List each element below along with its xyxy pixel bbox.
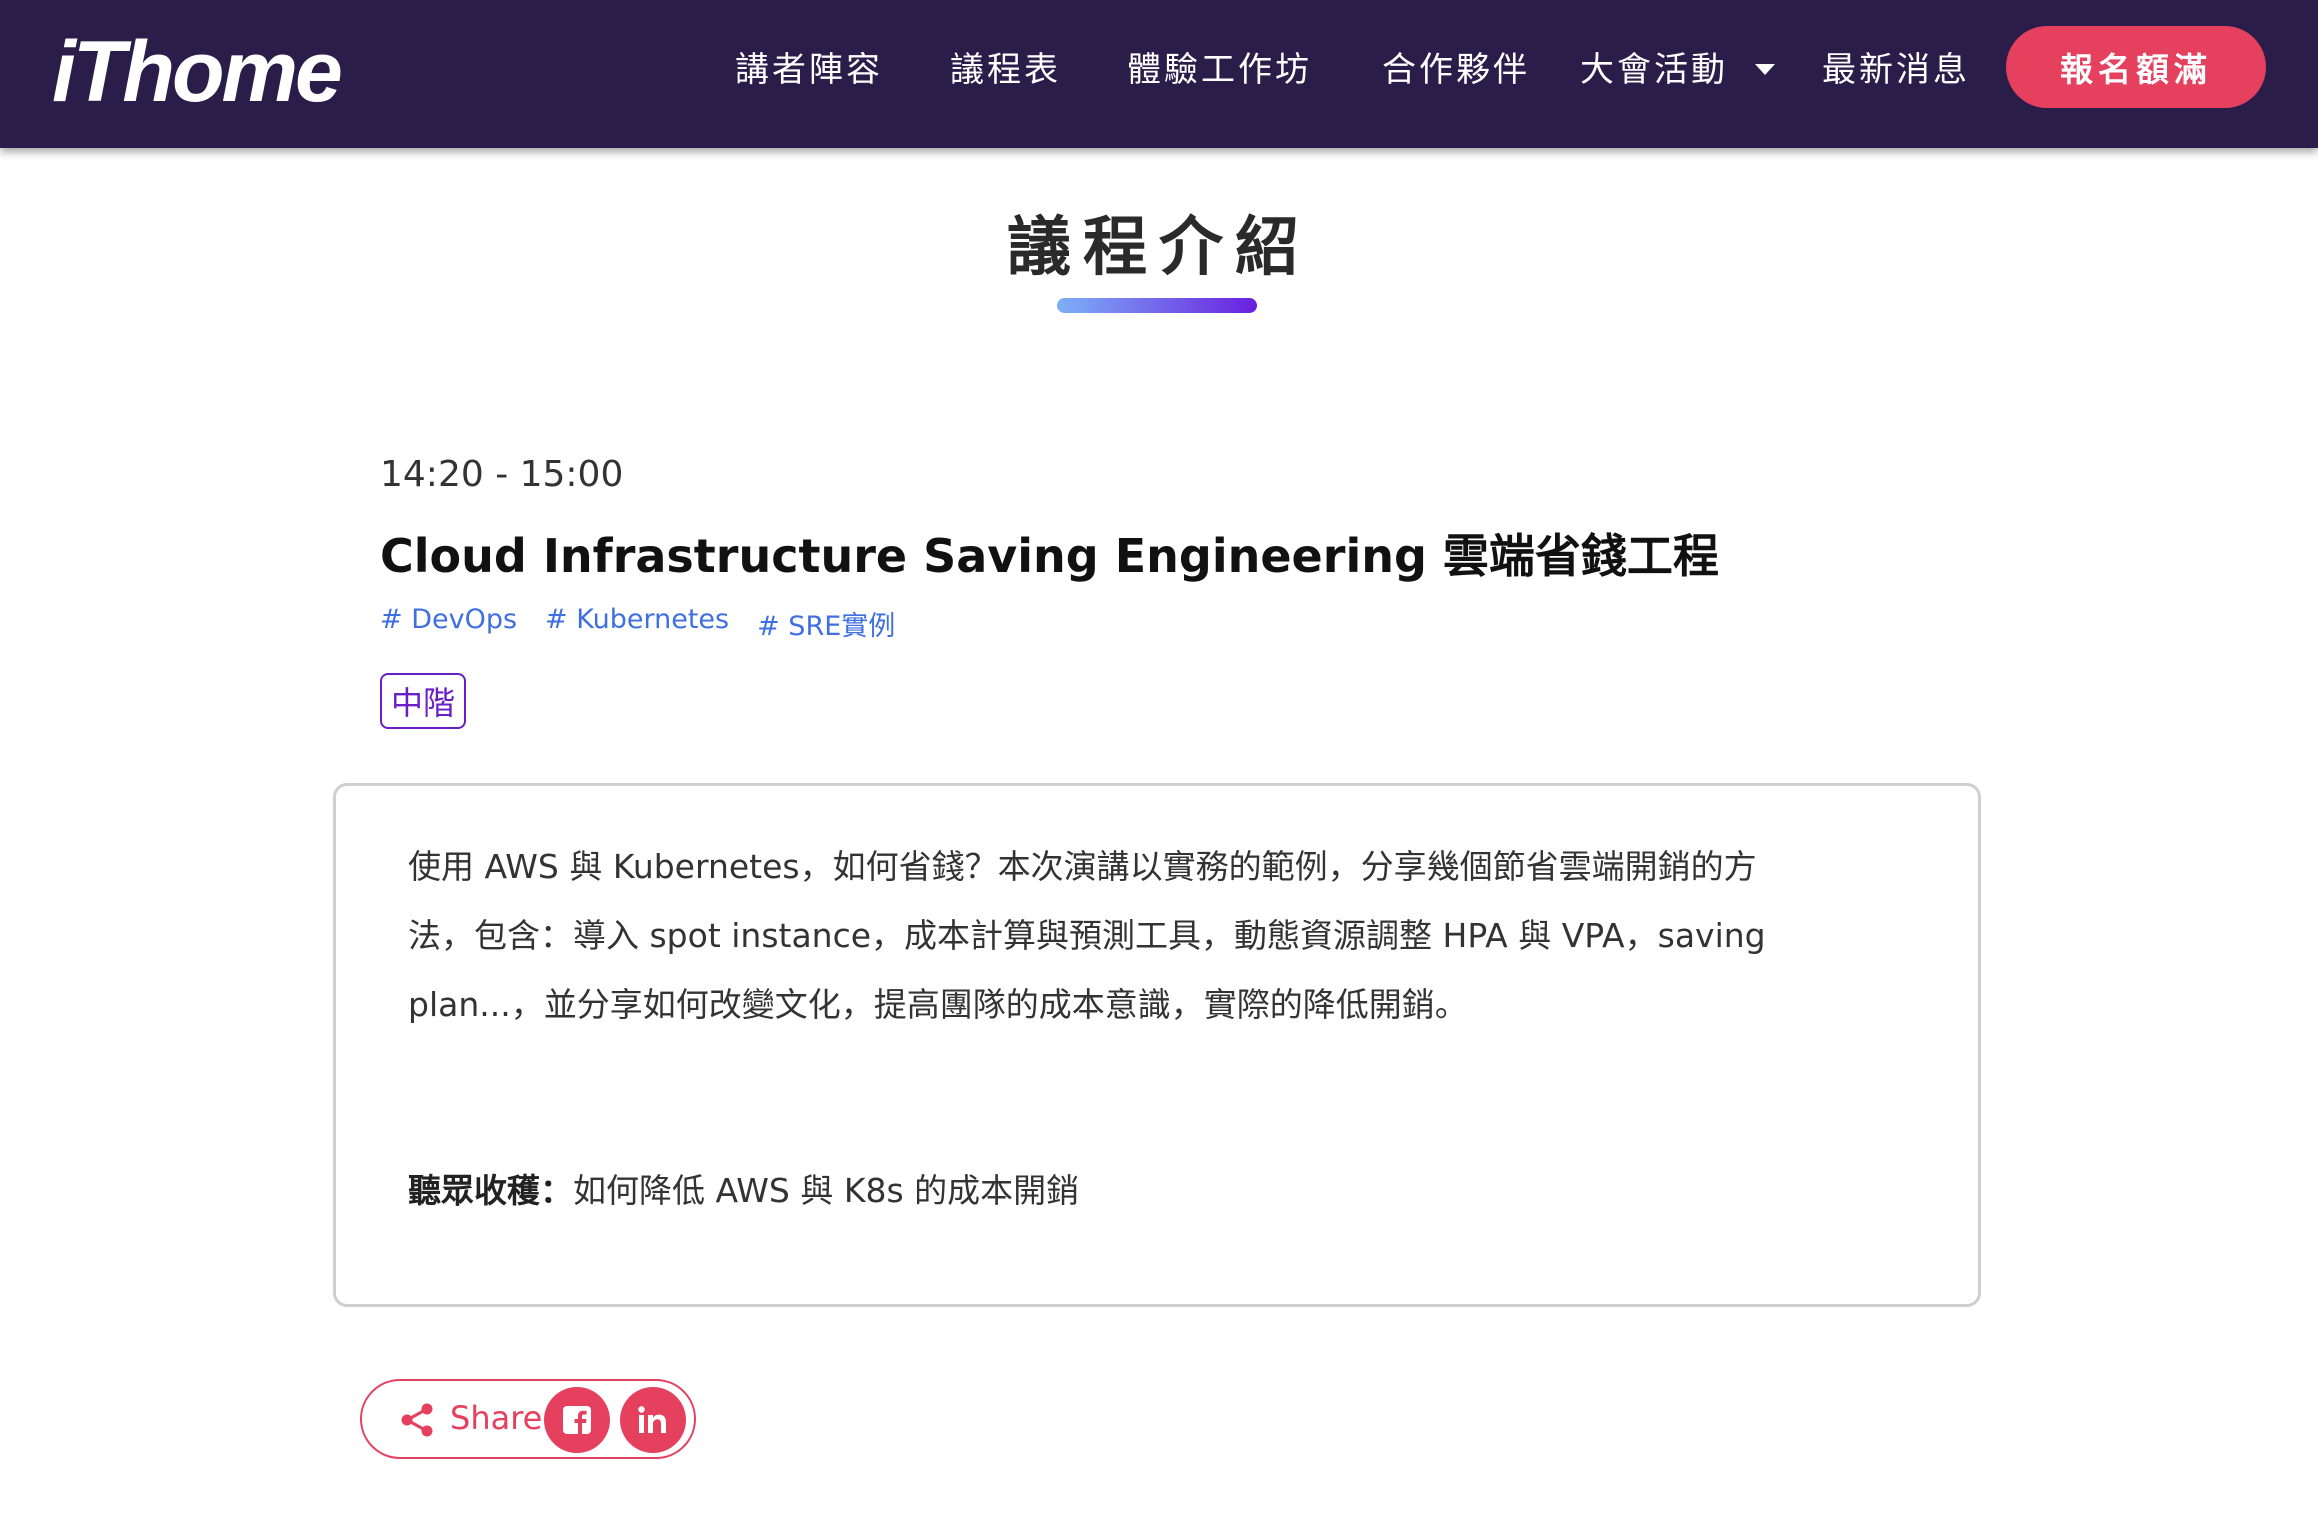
session-description-box: 使用 AWS 與 Kubernetes，如何省錢？本次演講以實務的範例，分享幾個… [333, 783, 1981, 1307]
session-time: 14:20 - 15:00 [380, 454, 624, 495]
description-line: 法，包含：導入 spot instance，成本計算與預測工具，動態資源調整 H… [408, 916, 1766, 955]
tag-devops[interactable]: # DevOps [380, 604, 517, 644]
nav-news[interactable]: 最新消息 [1822, 48, 1970, 92]
top-navbar: iThome 講者陣容 議程表 體驗工作坊 合作夥伴 大會活動 最新消息 報名額… [0, 0, 2318, 148]
facebook-icon[interactable] [544, 1387, 610, 1453]
takeaway-text: 如何降低 AWS 與 K8s 的成本開銷 [573, 1171, 1080, 1210]
linkedin-icon[interactable] [620, 1387, 686, 1453]
description-line: 使用 AWS 與 Kubernetes，如何省錢？本次演講以實務的範例，分享幾個… [408, 847, 1757, 886]
tag-sre[interactable]: # SRE實例 [757, 604, 895, 644]
tag-kubernetes[interactable]: # Kubernetes [545, 604, 729, 644]
register-button[interactable]: 報名額滿 [2006, 26, 2266, 108]
session-description: 使用 AWS 與 Kubernetes，如何省錢？本次演講以實務的範例，分享幾個… [408, 832, 1868, 1039]
nav-partners[interactable]: 合作夥伴 [1382, 48, 1530, 92]
nav-workshop[interactable]: 體驗工作坊 [1127, 48, 1312, 92]
takeaway-label: 聽眾收穫： [408, 1171, 573, 1210]
level-badge: 中階 [380, 673, 466, 729]
nav-speakers[interactable]: 講者陣容 [735, 48, 883, 92]
nav-agenda[interactable]: 議程表 [950, 48, 1061, 92]
page-title: 議程介紹 [1007, 211, 1311, 285]
tag-list: # DevOps # Kubernetes # SRE實例 [380, 604, 895, 644]
title-underline [1057, 298, 1257, 313]
share-label[interactable]: Share [450, 1399, 542, 1437]
description-line: plan...，並分享如何改變文化，提高團隊的成本意識，實際的降低開銷。 [408, 985, 1468, 1024]
audience-takeaway: 聽眾收穫：如何降低 AWS 與 K8s 的成本開銷 [408, 1164, 1079, 1212]
ithome-logo[interactable]: iThome [52, 22, 343, 122]
nav-events[interactable]: 大會活動 [1580, 48, 1728, 92]
share-bar: Share [360, 1379, 696, 1459]
share-icon[interactable] [398, 1401, 436, 1439]
session-title: Cloud Infrastructure Saving Engineering … [380, 529, 1719, 583]
chevron-down-icon[interactable] [1755, 64, 1775, 75]
